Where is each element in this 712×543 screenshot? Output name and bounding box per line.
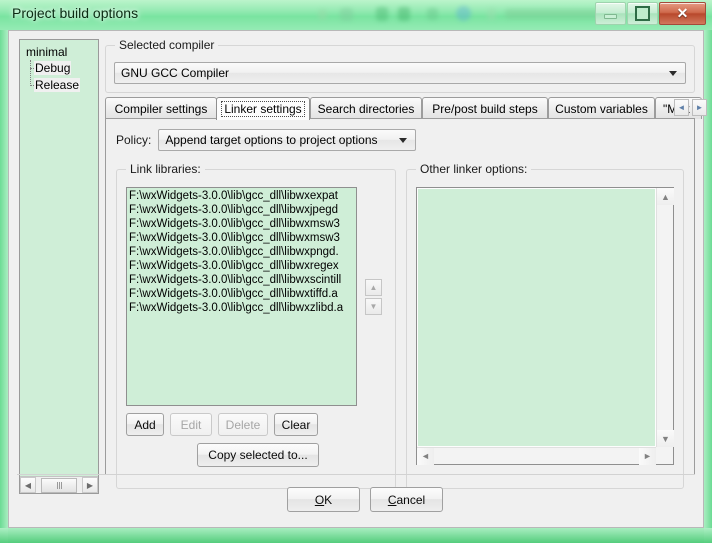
policy-chevron-down-icon bbox=[399, 138, 408, 143]
window-controls: ✕ bbox=[594, 2, 706, 25]
window-title: Project build options bbox=[12, 5, 139, 21]
arrow-down-icon: ▼ bbox=[369, 302, 378, 311]
dialog-client-area: minimal Debug Release ◀ ▶ Selected compi… bbox=[8, 30, 707, 528]
tree-item-debug[interactable]: Debug bbox=[24, 60, 72, 76]
other-linker-options-textarea[interactable]: ▲ ▼ ◄ ► bbox=[416, 187, 674, 465]
tree-item-release-label: Release bbox=[34, 78, 81, 92]
minimize-button[interactable] bbox=[595, 2, 626, 25]
tab-linker-settings[interactable]: Linker settings bbox=[216, 97, 310, 120]
move-up-button[interactable]: ▲ bbox=[365, 279, 382, 296]
selected-compiler-label: Selected compiler bbox=[115, 38, 219, 52]
tab-search-directories[interactable]: Search directories bbox=[310, 97, 422, 119]
tree-children: Debug Release bbox=[24, 60, 98, 94]
ghost-icon-7 bbox=[487, 8, 496, 20]
tab-scroll-right-button[interactable]: ► bbox=[692, 99, 707, 116]
reorder-buttons: ▲ ▼ bbox=[365, 279, 382, 315]
list-item[interactable]: F:\wxWidgets-3.0.0\lib\gcc_dll\libwxpngd… bbox=[129, 245, 356, 259]
tab-prepost-build-steps[interactable]: Pre/post build steps bbox=[422, 97, 548, 119]
selected-compiler-group: Selected compiler GNU GCC Compiler bbox=[105, 38, 695, 93]
restore-button[interactable] bbox=[627, 2, 658, 25]
compiler-dropdown-value: GNU GCC Compiler bbox=[121, 66, 230, 80]
close-button[interactable]: ✕ bbox=[659, 2, 706, 25]
policy-dropdown[interactable]: Append target options to project options bbox=[158, 129, 417, 151]
main-pane: Selected compiler GNU GCC Compiler Compi… bbox=[105, 38, 707, 489]
list-item[interactable]: F:\wxWidgets-3.0.0\lib\gcc_dll\libwxtiff… bbox=[129, 287, 356, 301]
other-linker-options-group: Other linker options: ▲ ▼ ◄ ► bbox=[406, 162, 684, 489]
tab-linker-settings-label: Linker settings bbox=[221, 101, 305, 117]
close-icon: ✕ bbox=[676, 5, 689, 21]
tab-custom-variables-label: Custom variables bbox=[555, 101, 648, 116]
textarea-vertical-scrollbar[interactable]: ▲ ▼ bbox=[656, 188, 674, 447]
ghost-icon-5 bbox=[427, 8, 438, 20]
tab-prepost-build-steps-label: Pre/post build steps bbox=[432, 101, 538, 116]
list-item[interactable]: F:\wxWidgets-3.0.0\lib\gcc_dll\libwxrege… bbox=[129, 259, 356, 273]
link-libraries-list[interactable]: F:\wxWidgets-3.0.0\lib\gcc_dll\libwxexpa… bbox=[126, 187, 357, 406]
ok-button-label: OK bbox=[314, 492, 333, 507]
policy-row: Policy: Append target options to project… bbox=[116, 129, 417, 151]
edit-button[interactable]: Edit bbox=[170, 413, 212, 436]
minimize-icon bbox=[604, 14, 617, 19]
policy-label: Policy: bbox=[116, 133, 152, 147]
scrollbar-corner bbox=[656, 447, 673, 464]
add-button[interactable]: Add bbox=[126, 413, 164, 436]
compiler-dropdown[interactable]: GNU GCC Compiler bbox=[114, 62, 686, 84]
clear-button[interactable]: Clear bbox=[274, 413, 318, 436]
list-item[interactable]: F:\wxWidgets-3.0.0\lib\gcc_dll\libwxjpeg… bbox=[129, 203, 356, 217]
ghost-icon-6 bbox=[456, 6, 471, 21]
list-item[interactable]: F:\wxWidgets-3.0.0\lib\gcc_dll\libwxmsw3 bbox=[129, 231, 356, 245]
scroll-down-arrow[interactable]: ▼ bbox=[657, 430, 674, 447]
ghost-icon-1 bbox=[318, 9, 327, 20]
tab-compiler-settings-label: Compiler settings bbox=[114, 101, 208, 116]
window-border-left bbox=[0, 30, 8, 543]
scroll-right-arrow[interactable]: ► bbox=[639, 447, 656, 465]
other-linker-options-text[interactable] bbox=[418, 189, 655, 446]
link-libraries-label: Link libraries: bbox=[126, 162, 205, 176]
ghost-icon-4 bbox=[398, 7, 410, 21]
clear-button-label: Clear bbox=[281, 417, 311, 432]
tab-scroll-right-icon: ► bbox=[695, 103, 704, 112]
linker-settings-page: Policy: Append target options to project… bbox=[105, 118, 695, 489]
list-item[interactable]: F:\wxWidgets-3.0.0\lib\gcc_dll\libwxscin… bbox=[129, 273, 356, 287]
tab-search-directories-label: Search directories bbox=[317, 101, 415, 116]
list-item[interactable]: F:\wxWidgets-3.0.0\lib\gcc_dll\libwxzlib… bbox=[129, 301, 356, 315]
tab-compiler-settings[interactable]: Compiler settings bbox=[105, 97, 217, 119]
settings-tabs: Compiler settings Linker settings Search… bbox=[105, 97, 707, 120]
tree-item-debug-label: Debug bbox=[34, 61, 72, 75]
ok-button[interactable]: OK bbox=[287, 487, 360, 512]
dialog-button-bar: OK Cancel bbox=[17, 474, 695, 519]
copy-selected-to-label: Copy selected to... bbox=[208, 448, 308, 462]
tree-item-release[interactable]: Release bbox=[24, 77, 81, 93]
delete-button[interactable]: Delete bbox=[218, 413, 268, 436]
targets-tree[interactable]: minimal Debug Release ◀ ▶ bbox=[19, 39, 99, 494]
tab-scroll-left-button[interactable]: ◄ bbox=[674, 99, 689, 116]
restore-icon bbox=[635, 6, 650, 21]
delete-button-label: Delete bbox=[225, 417, 261, 432]
scroll-up-arrow[interactable]: ▲ bbox=[657, 188, 674, 205]
scroll-left-arrow[interactable]: ◄ bbox=[417, 447, 434, 465]
edit-button-label: Edit bbox=[180, 417, 202, 432]
policy-dropdown-value: Append target options to project options bbox=[165, 133, 378, 147]
other-linker-options-label: Other linker options: bbox=[416, 162, 532, 176]
link-libraries-group: Link libraries: F:\wxWidgets-3.0.0\lib\g… bbox=[116, 162, 396, 489]
textarea-horizontal-scrollbar[interactable]: ◄ ► bbox=[417, 447, 656, 465]
copy-selected-to-button[interactable]: Copy selected to... bbox=[197, 443, 319, 467]
list-item[interactable]: F:\wxWidgets-3.0.0\lib\gcc_dll\libwxmsw3 bbox=[129, 217, 356, 231]
tree-item-root[interactable]: minimal bbox=[24, 44, 98, 60]
targets-tree-content: minimal Debug Release bbox=[20, 40, 98, 475]
title-bar[interactable]: Project build options ✕ bbox=[0, 0, 712, 30]
cancel-button-label: Cancel bbox=[387, 492, 426, 507]
tab-scroll-left-icon: ◄ bbox=[677, 103, 686, 112]
dialog-window: Project build options ✕ minimal Debug Re… bbox=[0, 0, 712, 543]
list-item[interactable]: F:\wxWidgets-3.0.0\lib\gcc_dll\libwxexpa… bbox=[129, 189, 356, 203]
move-down-button[interactable]: ▼ bbox=[365, 298, 382, 315]
arrow-up-icon: ▲ bbox=[369, 283, 378, 292]
ghost-icon-3 bbox=[376, 7, 388, 21]
cancel-button[interactable]: Cancel bbox=[370, 487, 443, 512]
window-border-bottom bbox=[0, 528, 712, 543]
tree-root-label: minimal bbox=[26, 45, 68, 59]
add-button-label: Add bbox=[134, 417, 156, 432]
ghost-icon-2 bbox=[340, 8, 353, 21]
chevron-down-icon bbox=[669, 71, 677, 76]
tab-custom-variables[interactable]: Custom variables bbox=[548, 97, 655, 119]
